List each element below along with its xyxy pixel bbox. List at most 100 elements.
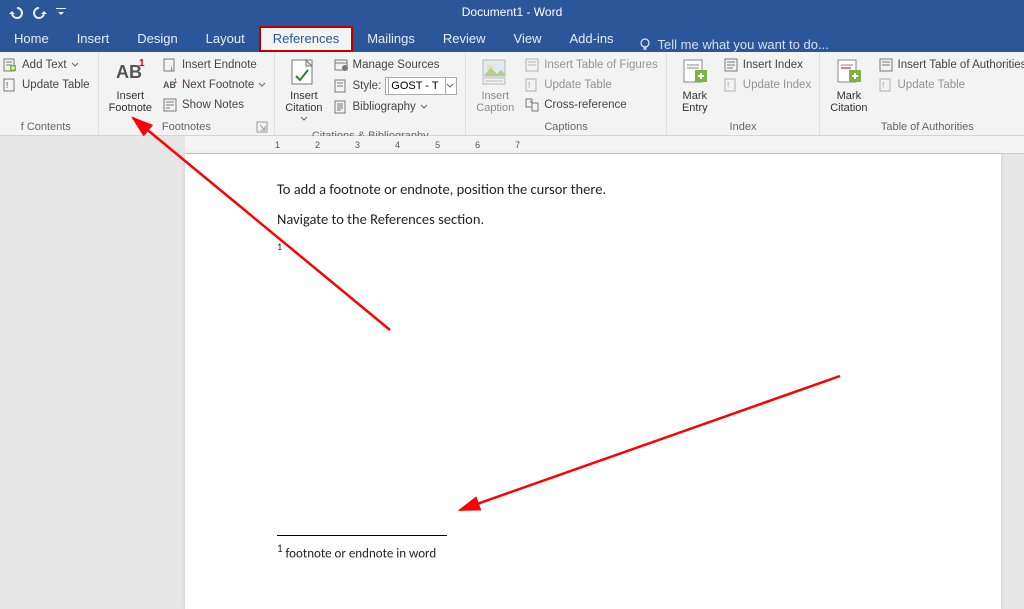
insert-index-label: Insert Index: [743, 59, 803, 71]
insert-caption-label: InsertCaption: [476, 90, 514, 114]
cross-reference-icon: [524, 97, 540, 113]
insert-index-icon: [723, 57, 739, 73]
table-of-figures-icon: [524, 57, 540, 73]
lightbulb-icon: [638, 38, 652, 52]
citation-style-control[interactable]: Style:: [331, 76, 460, 96]
tab-insert[interactable]: Insert: [63, 26, 124, 52]
mark-citation-icon: [833, 56, 865, 88]
tab-layout[interactable]: Layout: [192, 26, 259, 52]
insert-endnote-button[interactable]: i Insert Endnote: [160, 56, 268, 74]
footnote-text[interactable]: 1 footnote or endnote in word: [277, 542, 909, 561]
group-index: MarkEntry Insert Index ! Update Index In…: [667, 52, 820, 135]
mark-citation-label: MarkCitation: [830, 90, 867, 114]
update-table-icon: !: [524, 77, 540, 93]
group-table-of-authorities: MarkCitation Insert Table of Authorities…: [820, 52, 1024, 135]
tab-addins[interactable]: Add-ins: [555, 26, 627, 52]
svg-text:!: !: [6, 81, 8, 90]
toa-update-table-label: Update Table: [898, 79, 966, 91]
qat-dropdown-icon[interactable]: [56, 4, 66, 20]
ribbon-tabs: Home Insert Design Layout References Mai…: [0, 24, 1024, 52]
insert-tof-label: Insert Table of Figures: [544, 59, 658, 71]
insert-toa-label: Insert Table of Authorities: [898, 59, 1024, 71]
update-table-icon: !: [2, 77, 18, 93]
page[interactable]: To add a footnote or endnote, position t…: [185, 154, 1001, 609]
chevron-down-icon[interactable]: [446, 82, 454, 90]
insert-index-button[interactable]: Insert Index: [721, 56, 813, 74]
citation-style-select[interactable]: [388, 77, 446, 95]
toa-update-table-button[interactable]: ! Update Table: [876, 76, 1024, 94]
insert-footnote-button[interactable]: AB1 InsertFootnote: [105, 54, 156, 116]
ruler-tick: 3: [355, 140, 363, 150]
next-footnote-button[interactable]: AB1 Next Footnote: [160, 76, 268, 94]
tab-view[interactable]: View: [500, 26, 556, 52]
update-index-icon: !: [723, 77, 739, 93]
next-footnote-label: Next Footnote: [182, 79, 254, 91]
tab-mailings[interactable]: Mailings: [353, 26, 429, 52]
insert-table-of-figures-button[interactable]: Insert Table of Figures: [522, 56, 660, 74]
bibliography-button[interactable]: Bibliography: [331, 98, 460, 116]
ruler-tick: 1: [275, 140, 283, 150]
svg-text:1: 1: [139, 58, 145, 69]
captions-update-table-label: Update Table: [544, 79, 612, 91]
tab-home[interactable]: Home: [0, 26, 63, 52]
toc-update-table-button[interactable]: ! Update Table: [0, 76, 92, 94]
add-text-button[interactable]: Add Text: [0, 56, 92, 74]
mark-citation-button[interactable]: MarkCitation: [826, 54, 871, 116]
style-label: Style:: [353, 80, 382, 92]
tell-me-placeholder: Tell me what you want to do...: [658, 37, 829, 52]
svg-text:!: !: [528, 81, 530, 90]
group-label-toc: f Contents: [0, 119, 92, 135]
update-table-icon: !: [878, 77, 894, 93]
ruler-tick: 4: [395, 140, 403, 150]
insert-citation-button[interactable]: InsertCitation: [281, 54, 326, 128]
update-index-label: Update Index: [743, 79, 811, 91]
group-citations: InsertCitation Manage Sources Style:: [275, 52, 466, 135]
footnotes-dialog-launcher[interactable]: [256, 121, 268, 133]
page-content[interactable]: To add a footnote or endnote, position t…: [185, 154, 1001, 561]
update-index-button[interactable]: ! Update Index: [721, 76, 813, 94]
body-paragraph[interactable]: To add a footnote or endnote, position t…: [277, 180, 909, 198]
ruler-tick: 6: [475, 140, 483, 150]
show-notes-icon: [162, 97, 178, 113]
chevron-down-icon: [258, 81, 266, 89]
left-margin-area: [0, 136, 185, 589]
style-icon: [333, 78, 349, 94]
insert-endnote-icon: i: [162, 57, 178, 73]
insert-endnote-label: Insert Endnote: [182, 59, 257, 71]
tell-me-search[interactable]: Tell me what you want to do...: [638, 37, 829, 52]
manage-sources-label: Manage Sources: [353, 59, 440, 71]
ribbon: Add Text ! Update Table f Contents AB1 I…: [0, 52, 1024, 136]
horizontal-ruler[interactable]: 1 2 3 4 5 6 7: [185, 136, 1024, 154]
mark-entry-button[interactable]: MarkEntry: [673, 54, 717, 116]
cross-reference-button[interactable]: Cross-reference: [522, 96, 660, 114]
tab-references[interactable]: References: [259, 26, 353, 52]
footnote-separator: [277, 535, 447, 536]
group-label-index: Index: [673, 119, 813, 135]
ruler-tick: 5: [435, 140, 443, 150]
manage-sources-button[interactable]: Manage Sources: [331, 56, 460, 74]
insert-caption-icon: [479, 56, 511, 88]
tab-review[interactable]: Review: [429, 26, 500, 52]
body-paragraph[interactable]: Navigate to the References section.: [277, 210, 909, 228]
undo-icon[interactable]: [8, 4, 24, 20]
add-text-icon: [2, 57, 18, 73]
mark-entry-icon: [679, 56, 711, 88]
svg-text:!: !: [882, 81, 884, 90]
captions-update-table-button[interactable]: ! Update Table: [522, 76, 660, 94]
tab-design[interactable]: Design: [123, 26, 191, 52]
insert-toa-icon: [878, 57, 894, 73]
insert-footnote-label: InsertFootnote: [109, 90, 152, 114]
repeat-icon[interactable]: [32, 4, 48, 20]
insert-citation-label: InsertCitation: [285, 90, 322, 126]
insert-citation-icon: [288, 56, 320, 88]
document-area: 1 2 3 4 5 6 7 To add a footnote or endno…: [0, 136, 1024, 589]
insert-toa-button[interactable]: Insert Table of Authorities: [876, 56, 1024, 74]
ruler-tick: 7: [515, 140, 523, 150]
quick-access-toolbar: [0, 4, 66, 20]
show-notes-button[interactable]: Show Notes: [160, 96, 268, 114]
insert-caption-button[interactable]: InsertCaption: [472, 54, 518, 116]
add-text-label: Add Text: [22, 59, 67, 71]
footnote-reference-mark[interactable]: 1: [277, 240, 909, 260]
next-footnote-icon: AB1: [162, 77, 178, 93]
svg-text:!: !: [727, 81, 729, 90]
